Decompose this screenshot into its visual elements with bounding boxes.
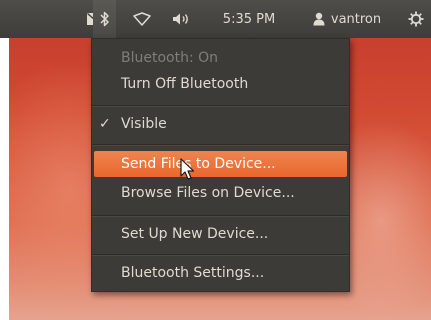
menu-separator — [92, 105, 349, 107]
network-indicator[interactable] — [128, 0, 156, 38]
visible-item[interactable]: ✓ Visible — [92, 111, 349, 137]
setup-device-item[interactable]: Set Up New Device... — [92, 221, 349, 247]
user-icon — [313, 12, 325, 26]
bluetooth-indicator[interactable] — [93, 0, 116, 38]
menu-separator — [92, 144, 349, 146]
send-files-item[interactable]: Send Files to Device... — [94, 151, 347, 177]
power-icon — [408, 11, 424, 27]
turn-off-bluetooth-item[interactable]: Turn Off Bluetooth — [92, 71, 349, 97]
browse-files-label: Browse Files on Device... — [121, 185, 295, 201]
check-icon: ✓ — [99, 116, 111, 132]
user-name: vantron — [330, 11, 382, 27]
menu-separator — [92, 215, 349, 217]
send-files-label: Send Files to Device... — [121, 156, 276, 172]
setup-device-label: Set Up New Device... — [121, 226, 269, 242]
bluetooth-settings-item[interactable]: Bluetooth Settings... — [92, 260, 349, 286]
bluetooth-menu: Bluetooth: On Turn Off Bluetooth ✓ Visib… — [91, 38, 350, 292]
mouse-pointer-icon — [180, 158, 196, 182]
bluetooth-status-label: Bluetooth: On — [121, 50, 219, 66]
bluetooth-icon — [99, 11, 110, 27]
bluetooth-status: Bluetooth: On — [92, 45, 349, 71]
volume-indicator[interactable] — [168, 0, 196, 38]
browse-files-item[interactable]: Browse Files on Device... — [92, 180, 349, 206]
user-menu[interactable]: vantron — [298, 0, 396, 38]
system-menu[interactable] — [404, 0, 428, 38]
visible-label: Visible — [121, 116, 167, 132]
clock[interactable]: 5:35 PM — [212, 0, 286, 38]
volume-icon — [172, 12, 192, 26]
turn-off-bluetooth-label: Turn Off Bluetooth — [121, 76, 249, 92]
menu-separator — [92, 254, 349, 256]
bluetooth-settings-label: Bluetooth Settings... — [121, 265, 265, 281]
top-panel: 5:35 PM vantron — [0, 0, 431, 38]
network-icon — [133, 12, 151, 26]
clock-time: 5:35 PM — [222, 11, 276, 27]
